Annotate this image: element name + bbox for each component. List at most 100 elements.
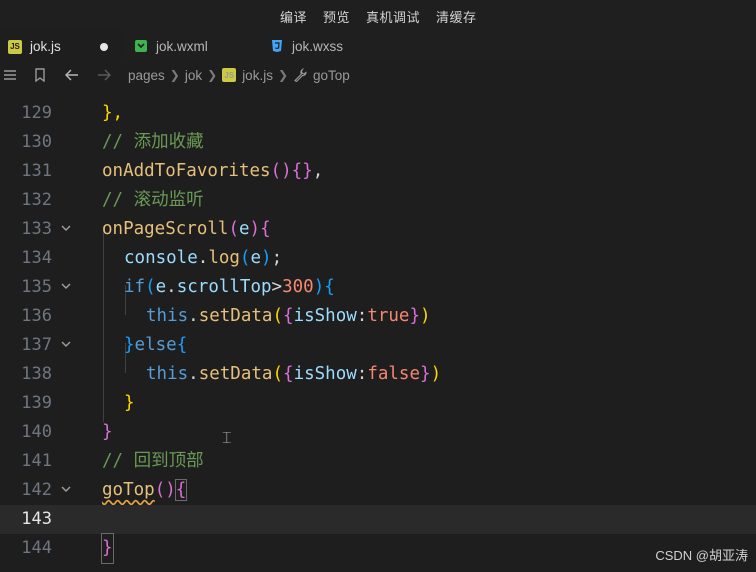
code-editor[interactable]: 129 }, 130 // 添加收藏 131 onAddToFavorites(… — [0, 88, 756, 572]
code-line: 132 // 滚动监听 — [0, 186, 756, 215]
toolbar-menu: 编译 预览 真机调试 清缓存 — [280, 7, 477, 26]
brace: { — [174, 479, 188, 501]
method-name: log — [208, 248, 240, 268]
paren: () — [154, 480, 176, 500]
method-name: goTop — [102, 480, 155, 500]
code-text: } — [102, 422, 113, 442]
tab-jok-js[interactable]: JS jok.js — [0, 30, 122, 62]
code-line: 141 // 回到顶部 — [0, 447, 756, 476]
remote-debug-button[interactable]: 真机调试 — [366, 7, 420, 26]
brace: } — [124, 335, 135, 355]
paren: ( — [145, 277, 156, 297]
paren: ( — [228, 219, 239, 239]
method-name: setData — [198, 306, 273, 326]
compile-button[interactable]: 编译 — [280, 7, 307, 26]
brace: } — [409, 306, 421, 326]
property: isShow — [293, 306, 357, 326]
watermark: CSDN @胡亚涛 — [655, 548, 748, 563]
method-name: onAddToFavorites — [102, 161, 271, 181]
breadcrumb-item-folder[interactable]: jok — [185, 68, 202, 83]
breadcrumb-item-pages[interactable]: pages — [128, 68, 165, 83]
line-number: 138 — [21, 364, 52, 384]
forward-arrow-icon[interactable] — [96, 69, 112, 81]
paren: ( — [239, 248, 251, 268]
line-number: 129 — [21, 103, 52, 123]
code-text: goTop(){ — [102, 476, 188, 505]
param: e — [155, 277, 167, 297]
chevron-right-icon: ❯ — [207, 68, 218, 82]
current-code-line: 143 — [0, 505, 756, 534]
code-line: 130 // 添加收藏 — [0, 128, 756, 157]
breadcrumb-item-symbol[interactable]: goTop — [313, 68, 350, 83]
fold-chevron-icon[interactable] — [60, 273, 72, 302]
unsaved-dot-icon[interactable] — [100, 43, 108, 51]
fold-chevron-icon[interactable] — [60, 215, 72, 244]
punct: . — [197, 248, 209, 268]
paren: ( — [272, 364, 284, 384]
code-line: 142 goTop(){ — [0, 476, 756, 505]
line-number: 135 — [21, 277, 52, 297]
wrench-icon — [293, 68, 307, 82]
line-number: 144 — [21, 538, 52, 558]
line-number: 142 — [21, 480, 52, 500]
wxml-file-icon — [134, 39, 148, 53]
back-arrow-icon[interactable] — [64, 69, 80, 81]
code-text: }, — [102, 103, 124, 123]
line-number: 139 — [21, 393, 52, 413]
param: e — [250, 248, 262, 268]
line-number: 136 — [21, 306, 52, 326]
punct: . — [166, 277, 177, 297]
code-text: }else{ — [124, 331, 187, 360]
editor-tab-bar: JS jok.js jok.wxml jok.wxss — [0, 30, 756, 63]
paren: ) — [249, 219, 261, 239]
code-line: 131 onAddToFavorites(){}, — [0, 157, 756, 186]
menu-icon[interactable] — [2, 69, 18, 81]
code-text: } — [124, 393, 135, 413]
code-text: onPageScroll(e){ — [102, 215, 271, 244]
preview-button[interactable]: 预览 — [323, 7, 350, 26]
line-number: 141 — [21, 451, 52, 471]
bookmark-icon[interactable] — [32, 68, 48, 82]
tab-jok-wxss[interactable]: jok.wxss — [262, 30, 390, 62]
tab-jok-wxml[interactable]: jok.wxml — [126, 30, 254, 62]
operator: > — [271, 277, 283, 297]
brace: { — [283, 306, 294, 326]
tab-label: jok.wxss — [292, 38, 344, 54]
js-file-icon: JS — [8, 39, 22, 54]
code-comment: // 滚动监听 — [102, 190, 204, 210]
brace: } — [420, 364, 431, 384]
tab-label: jok.js — [30, 39, 61, 54]
fold-chevron-icon[interactable] — [60, 331, 72, 360]
boolean: false — [367, 364, 421, 384]
brace: { — [283, 364, 294, 384]
code-line: 134 console.log(e); — [0, 244, 756, 273]
code-text: console.log(e); — [124, 244, 282, 273]
code-text: if(e.scrollTop>300){ — [124, 273, 335, 302]
punct: : — [356, 306, 368, 326]
line-number: 130 — [21, 132, 52, 152]
paren: ( — [272, 306, 284, 326]
method-name: onPageScroll — [102, 219, 229, 239]
param: e — [238, 219, 250, 239]
punct: ; — [271, 248, 283, 268]
object: console — [124, 248, 198, 268]
property: scrollTop — [176, 277, 272, 297]
code-line: 140 } — [0, 418, 756, 447]
code-line: 139 } — [0, 389, 756, 418]
css-file-icon — [270, 39, 284, 53]
brace: { — [324, 277, 335, 297]
brace: { — [260, 219, 271, 239]
fold-chevron-icon[interactable] — [60, 476, 72, 505]
punct: , — [312, 161, 324, 181]
punct: . — [188, 364, 199, 384]
tab-label: jok.wxml — [156, 38, 208, 54]
clear-cache-button[interactable]: 清缓存 — [436, 7, 477, 26]
keyword: this — [146, 364, 189, 384]
breadcrumb-item-file[interactable]: jok.js — [242, 68, 273, 83]
line-number: 132 — [21, 190, 52, 210]
number: 300 — [282, 277, 314, 297]
code-comment: // 添加收藏 — [102, 132, 204, 152]
brace: { — [176, 335, 188, 355]
breadcrumb: pages ❯ jok ❯ JS jok.js ❯ goTop — [0, 62, 756, 88]
code-line: 138 this.setData({isShow:false}) — [0, 360, 756, 389]
